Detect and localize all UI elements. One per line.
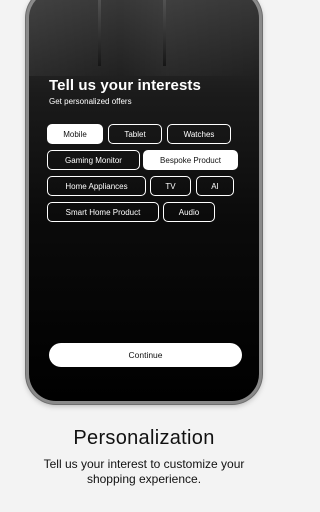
- chip-tablet[interactable]: Tablet: [108, 124, 162, 144]
- chip-bespoke-product[interactable]: Bespoke Product: [143, 150, 238, 170]
- fridge-image: [29, 0, 259, 76]
- chip-tv[interactable]: TV: [150, 176, 191, 196]
- page-title: Tell us your interests: [49, 77, 201, 94]
- chip-watches[interactable]: Watches: [167, 124, 231, 144]
- page-subtitle: Get personalized offers: [49, 97, 132, 106]
- continue-button[interactable]: Continue: [49, 343, 242, 367]
- caption-title: Personalization: [73, 427, 215, 449]
- fridge-door-gap: [163, 0, 166, 66]
- phone-mockup: Tell us your interests Get personalized …: [26, 0, 262, 404]
- caption-body: Tell us your interest to customize your …: [43, 457, 245, 486]
- chip-home-appliances[interactable]: Home Appliances: [47, 176, 146, 196]
- chip-mobile[interactable]: Mobile: [47, 124, 103, 144]
- chip-ai[interactable]: AI: [196, 176, 234, 196]
- phone-screen: Tell us your interests Get personalized …: [29, 0, 259, 401]
- chip-smart-home-product[interactable]: Smart Home Product: [47, 202, 159, 222]
- fridge-door-gap: [98, 0, 101, 66]
- chip-audio[interactable]: Audio: [163, 202, 215, 222]
- chip-gaming-monitor[interactable]: Gaming Monitor: [47, 150, 140, 170]
